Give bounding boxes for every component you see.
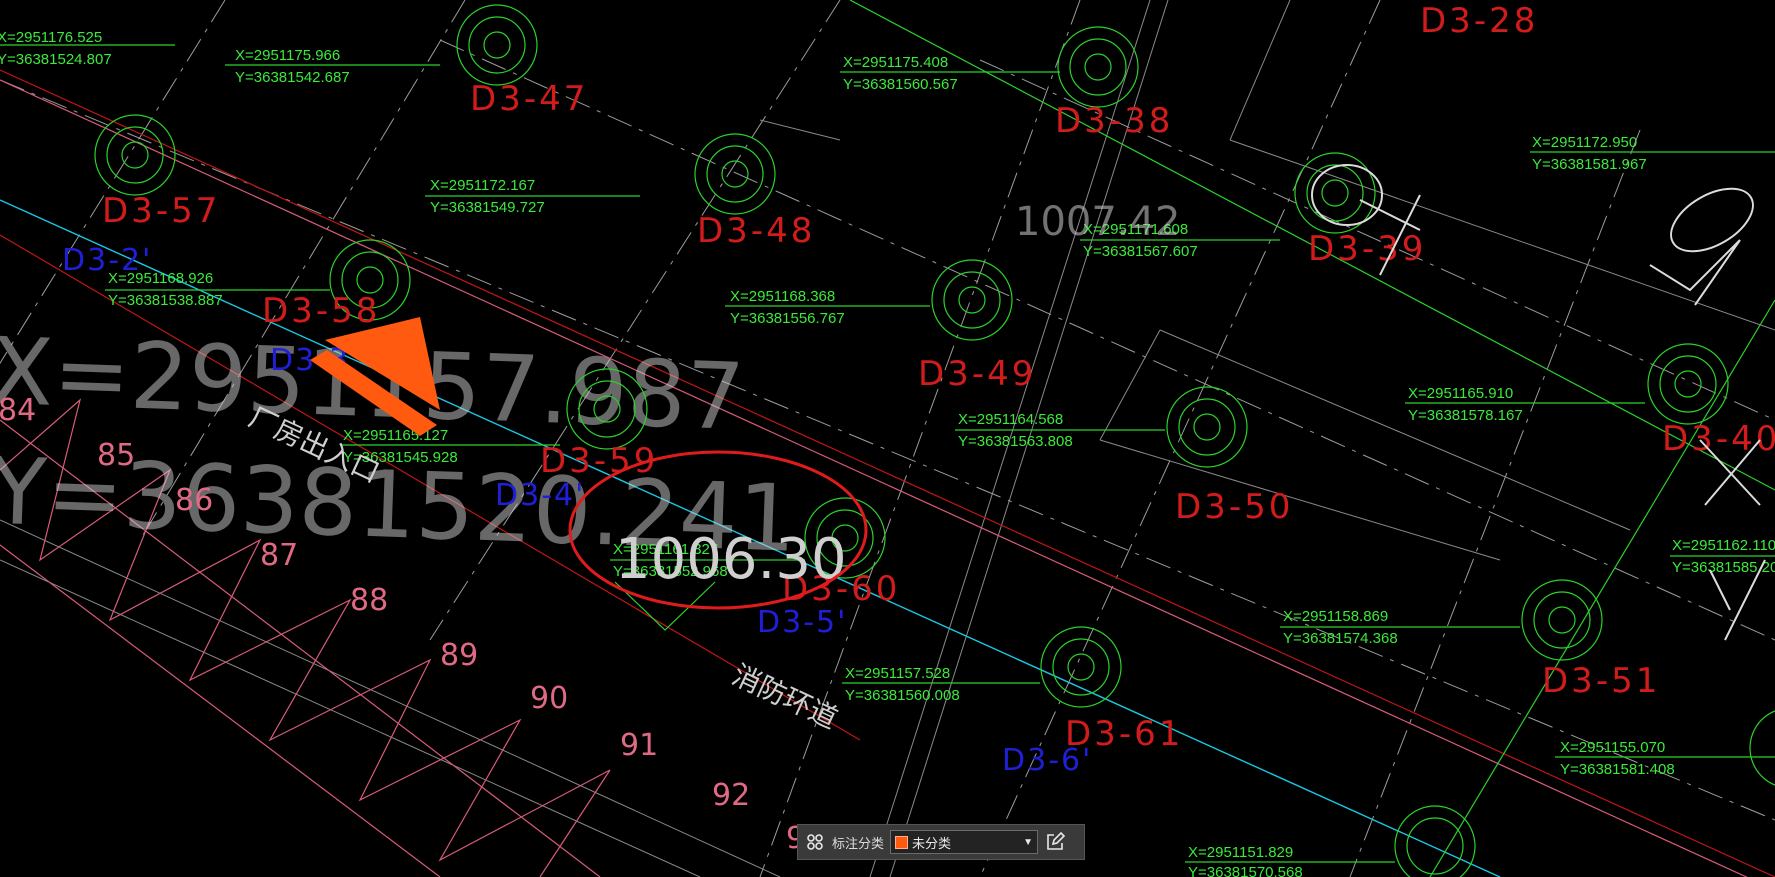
- svg-text:X=2951172.950: X=2951172.950: [1532, 134, 1637, 151]
- fire-road-text: 消防环道: [727, 658, 842, 735]
- coord-y: Y=36381542.687: [235, 69, 350, 86]
- column-label: D3-40: [1662, 419, 1775, 459]
- coord-y: Y=36381563.808: [958, 433, 1073, 450]
- parking-number: 89: [440, 638, 478, 673]
- column-marker-D3-48[interactable]: D3-48 X=2951172.167 Y=36381549.727: [425, 133, 815, 251]
- svg-text:Y=36381581.408: Y=36381581.408: [1560, 761, 1675, 778]
- svg-text:X=2951151.829: X=2951151.829: [1188, 844, 1293, 861]
- column-label: D3-51: [1542, 661, 1660, 701]
- coord-x: X=2951165.127: [343, 427, 448, 444]
- svg-text:Y=36381570.568: Y=36381570.568: [1188, 864, 1303, 877]
- axis-label-blue: D3-2': [62, 243, 152, 278]
- column-marker-D3-61[interactable]: D3-61 X=2951157.528 Y=36381560.008: [842, 626, 1183, 754]
- column-label-D3-28: D3-28: [1420, 1, 1538, 41]
- axis-label-blue: D3-4': [495, 478, 585, 513]
- svg-text:Y=36381581.967: Y=36381581.967: [1532, 156, 1647, 173]
- coord-y: Y=36381538.887: [108, 292, 223, 309]
- elevation-ghost: 1007.42: [1015, 199, 1180, 245]
- coord-y: Y=36381560.008: [845, 687, 960, 704]
- column-marker-D3-51[interactable]: D3-51 X=2951158.869 Y=36381574.368: [1280, 579, 1660, 701]
- coord-x: X=2951168.368: [730, 288, 835, 305]
- coord-y: Y=36381567.607: [1083, 243, 1198, 260]
- coord-label-extra-bottom: X=2951151.829 Y=36381570.568: [1185, 805, 1476, 877]
- parking-number: 91: [620, 728, 658, 763]
- column-label: D3-38: [1055, 101, 1173, 141]
- building-outline: [1099, 439, 1501, 561]
- parking-number: 86: [175, 483, 213, 518]
- parking-number: 84: [0, 393, 36, 428]
- parking-number: 87: [260, 538, 298, 573]
- category-color-swatch: [895, 835, 909, 849]
- building-outline: [759, 119, 841, 141]
- annotation-category-select[interactable]: 未分类 ▼: [890, 830, 1039, 854]
- coord-x: X=2951175.408: [843, 54, 948, 71]
- coord-label-extra-right-low: X=2951155.070 Y=36381581.408: [1555, 710, 1775, 786]
- cad-drawing-canvas[interactable]: X=2951157.987 Y=36381520.241 D3-47 X=295…: [0, 0, 1775, 877]
- coord-y: Y=36381560.567: [843, 76, 958, 93]
- column-marker-D3-47[interactable]: D3-47 X=2951175.966 Y=36381542.687: [225, 4, 588, 119]
- column-label: D3-49: [918, 354, 1036, 394]
- column-label: D3-58: [262, 291, 380, 331]
- coord-x: X=2951158.869: [1283, 608, 1388, 625]
- svg-text:X=2951162.110: X=2951162.110: [1672, 537, 1775, 554]
- column-label: D3-57: [102, 191, 220, 231]
- coord-label-extra-right-top: X=2951172.950 Y=36381581.967: [1530, 134, 1775, 173]
- coord-x: X=2951164.568: [958, 411, 1063, 428]
- column-marker-D3-50[interactable]: D3-50 X=2951164.568 Y=36381563.808: [955, 386, 1293, 527]
- coord-x: X=2951157.528: [845, 665, 950, 682]
- coord-x: X=2951176.525: [0, 29, 102, 46]
- svg-text:Y=36381585.20: Y=36381585.20: [1672, 559, 1775, 576]
- coord-y: Y=36381556.767: [730, 310, 845, 327]
- parking-number: 92: [712, 778, 750, 813]
- coord-y: Y=36381524.807: [0, 51, 112, 68]
- coord-y: Y=36381549.727: [430, 199, 545, 216]
- coord-x: X=2951172.167: [430, 177, 535, 194]
- grid-apps-icon[interactable]: [804, 831, 826, 853]
- svg-text:X=2951155.070: X=2951155.070: [1560, 739, 1665, 756]
- axis-label-blue: D3-5': [757, 605, 847, 640]
- column-label: D3-39: [1308, 229, 1426, 269]
- annotation-category-label: 标注分类: [832, 835, 885, 851]
- column-label: D3-59: [540, 441, 658, 481]
- coord-x: X=2951175.966: [235, 47, 340, 64]
- parking-number: 90: [530, 681, 568, 716]
- annotation-toolbar: 标注分类 未分类 ▼: [797, 824, 1085, 860]
- parking-number: 88: [350, 583, 388, 618]
- elevation-main: 1006.30: [615, 527, 847, 592]
- coord-y: Y=36381574.368: [1283, 630, 1398, 647]
- parking-number: 85: [97, 438, 135, 473]
- column-label: D3-47: [470, 79, 588, 119]
- column-label: D3-50: [1175, 487, 1293, 527]
- building-outline: [1229, 0, 1291, 141]
- column-label: D3-48: [697, 211, 815, 251]
- building-outline: [1099, 329, 1161, 441]
- edit-external-icon[interactable]: [1044, 831, 1066, 853]
- chevron-down-icon: ▼: [1023, 836, 1034, 848]
- coord-x: X=2951165.910: [1408, 385, 1513, 402]
- coord-y: Y=36381578.167: [1408, 407, 1523, 424]
- axis-label-blue: D3-6': [1002, 743, 1092, 778]
- category-select-value: 未分类: [912, 835, 952, 851]
- column-marker-D3-40[interactable]: D3-40 X=2951165.910 Y=36381578.167: [1405, 343, 1775, 459]
- column-marker-D3-49[interactable]: D3-49 X=2951168.368 Y=36381556.767: [725, 259, 1036, 394]
